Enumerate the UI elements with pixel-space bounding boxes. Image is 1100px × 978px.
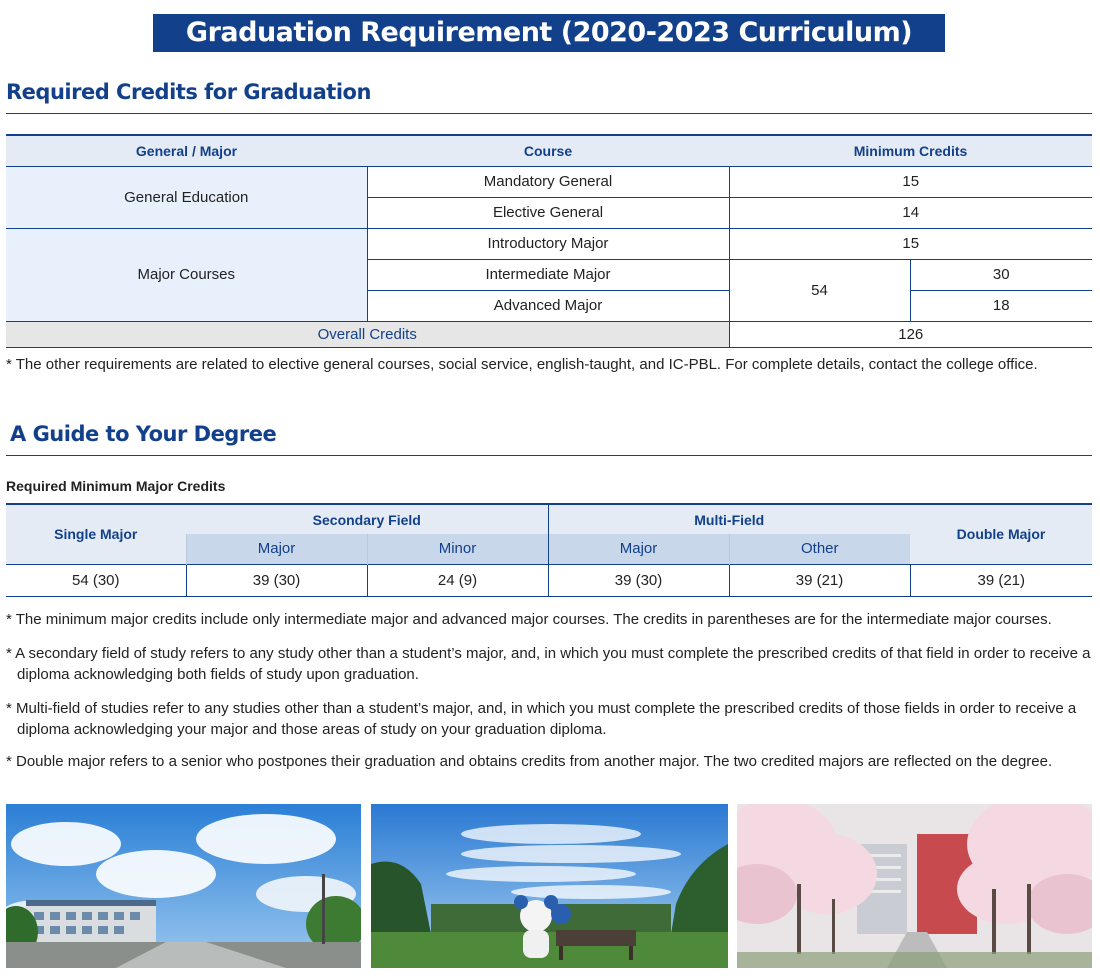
- header-multi-field: Multi-Field: [547, 504, 910, 534]
- table-header-row: General / Major Course Minimum Credits: [6, 135, 1093, 167]
- credits-major-combined: 54: [728, 259, 910, 322]
- group-general-education: General Education: [6, 166, 367, 229]
- subheader-secondary-minor: Minor: [366, 534, 548, 564]
- header-course: Course: [367, 135, 729, 167]
- overall-credits-label: Overall Credits: [6, 321, 729, 347]
- section-divider: [6, 455, 1092, 456]
- credits-mandatory-general: 15: [728, 166, 1093, 198]
- credits-introductory-major: 15: [728, 228, 1093, 260]
- note-other-requirements: * The other requirements are related to …: [6, 356, 1038, 373]
- course-elective-general: Elective General: [366, 197, 729, 229]
- course-advanced-major: Advanced Major: [366, 290, 729, 322]
- value-secondary-major: 39 (30): [185, 563, 367, 596]
- campus-building-photo: [6, 804, 361, 968]
- credits-elective-general: 14: [728, 197, 1093, 229]
- page-banner: Graduation Requirement (2020-2023 Curric…: [153, 14, 945, 52]
- table-row: General Education Mandatory General 15: [6, 166, 1093, 229]
- campus-mascot-photo: [371, 804, 728, 968]
- course-intermediate-major: Intermediate Major: [366, 259, 729, 291]
- note-secondary-field: * A secondary field of study refers to a…: [6, 645, 1091, 683]
- header-single-major: Single Major: [6, 504, 186, 564]
- note-minimum-major-credits: * The minimum major credits include only…: [6, 611, 1052, 628]
- value-multi-other: 39 (21): [728, 563, 910, 596]
- cherry-blossom-photo: [737, 804, 1092, 968]
- header-minimum-credits: Minimum Credits: [729, 135, 1093, 167]
- note-multi-field: * Multi-field of studies refer to any st…: [6, 700, 1077, 738]
- value-single-major: 54 (30): [6, 563, 186, 596]
- table-row: Major Courses Introductory Major 15: [6, 228, 1093, 322]
- section-title-required-credits: Required Credits for Graduation: [6, 80, 371, 104]
- subheader-multi-other: Other: [728, 534, 910, 564]
- group-major-courses: Major Courses: [6, 228, 367, 322]
- credits-intermediate-major: 30: [909, 259, 1093, 291]
- course-introductory-major: Introductory Major: [366, 228, 729, 260]
- header-secondary-field: Secondary Field: [186, 504, 548, 534]
- header-double-major: Double Major: [910, 504, 1092, 564]
- section-title-degree-guide: A Guide to Your Degree: [10, 422, 277, 446]
- degree-guide-table: Single Major Secondary Field Multi-Field…: [6, 503, 1092, 597]
- page-title: Graduation Requirement (2020-2023 Curric…: [185, 17, 913, 48]
- value-multi-major: 39 (30): [547, 563, 729, 596]
- credits-advanced-major: 18: [909, 290, 1093, 322]
- subtitle-minimum-major-credits: Required Minimum Major Credits: [6, 478, 226, 494]
- value-double-major: 39 (21): [909, 563, 1092, 596]
- required-credits-table: General / Major Course Minimum Credits G…: [6, 134, 1093, 348]
- overall-credits-value: 126: [728, 321, 1093, 347]
- section-divider: [6, 113, 1092, 114]
- subheader-multi-major: Major: [547, 534, 729, 564]
- table-header-row: Single Major Secondary Field Multi-Field…: [6, 504, 1092, 564]
- table-row-overall: Overall Credits 126: [6, 321, 1093, 347]
- course-mandatory-general: Mandatory General: [366, 166, 729, 198]
- header-general-major: General / Major: [6, 135, 367, 167]
- subheader-secondary-major: Major: [185, 534, 367, 564]
- note-double-major: * Double major refers to a senior who po…: [6, 753, 1053, 770]
- value-secondary-minor: 24 (9): [366, 563, 548, 596]
- table-row: 54 (30) 39 (30) 24 (9) 39 (30) 39 (21) 3…: [6, 563, 1092, 596]
